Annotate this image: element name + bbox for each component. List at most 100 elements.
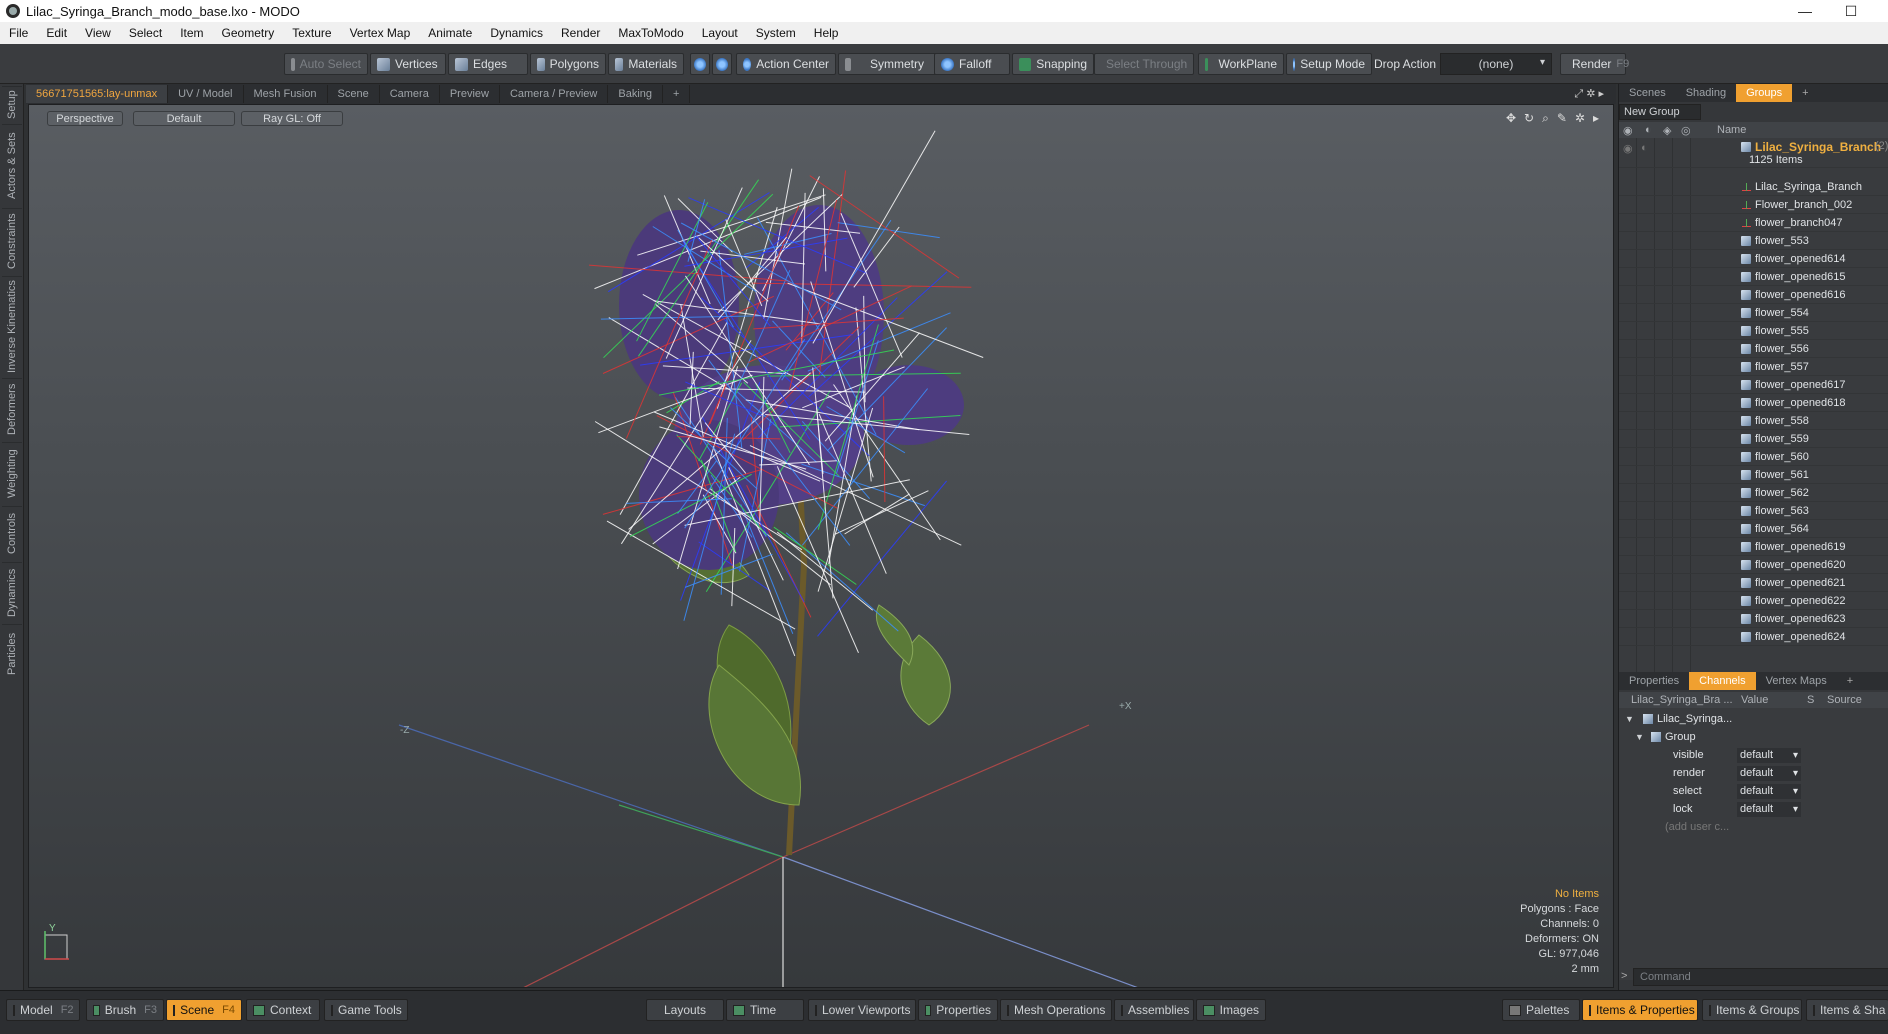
select-mode-a-button[interactable] (690, 53, 710, 75)
menu-geometry[interactable]: Geometry (213, 26, 284, 40)
channel-value-select[interactable]: default (1737, 783, 1801, 799)
tab-groups[interactable]: Groups (1736, 84, 1793, 102)
tab-baking[interactable]: Baking (608, 85, 664, 103)
list-item[interactable]: flower_opened621 (1619, 574, 1888, 592)
tab-scene[interactable]: Scene (328, 85, 380, 103)
channel-row[interactable]: select default (1619, 782, 1888, 800)
drop-action-select[interactable]: (none) ▾ (1440, 53, 1552, 75)
viewport-maximize-icon[interactable]: ⤢ ✲ ▸ (1574, 87, 1604, 101)
list-item[interactable]: flower_559 (1619, 430, 1888, 448)
new-group-button[interactable]: New Group (1619, 104, 1701, 120)
channel-row[interactable]: lock default (1619, 800, 1888, 818)
list-item[interactable]: flower_opened618 (1619, 394, 1888, 412)
tab-uv-model[interactable]: UV / Model (168, 85, 244, 103)
list-item[interactable]: flower_opened623 (1619, 610, 1888, 628)
menu-dynamics[interactable]: Dynamics (481, 26, 552, 40)
properties-button[interactable]: Properties (918, 999, 998, 1021)
tab-actors-sets[interactable]: Actors & Sets (2, 124, 22, 206)
list-item[interactable]: flower_opened615 (1619, 268, 1888, 286)
time-button[interactable]: Time (726, 999, 804, 1021)
items-groups-button[interactable]: Items & Groups (1702, 999, 1802, 1021)
channel-row[interactable]: visible default (1619, 746, 1888, 764)
list-item[interactable]: flower_564 (1619, 520, 1888, 538)
list-item[interactable]: flower_opened617 (1619, 376, 1888, 394)
menu-edit[interactable]: Edit (37, 26, 76, 40)
items-shading-button[interactable]: Items & Sha (1806, 999, 1888, 1021)
tab-particles[interactable]: Particles (2, 624, 22, 682)
tab-preview[interactable]: Preview (440, 85, 500, 103)
add-user-channel-row[interactable]: (add user c... (1619, 818, 1888, 836)
tab-camera[interactable]: Camera (380, 85, 440, 103)
assemblies-button[interactable]: Assemblies (1114, 999, 1194, 1021)
channels-s-column[interactable]: S (1807, 694, 1814, 706)
menu-vertex-map[interactable]: Vertex Map (341, 26, 420, 40)
images-button[interactable]: Images (1196, 999, 1266, 1021)
menu-maxtomodo[interactable]: MaxToModo (609, 26, 692, 40)
action-center-button[interactable]: Action Center (736, 53, 836, 75)
list-item[interactable]: Flower_branch_002 (1619, 196, 1888, 214)
3d-viewport[interactable]: Perspective Default Ray GL: Off ✥ ↻ ⌕ ✎ … (28, 104, 1614, 988)
list-item[interactable]: Lilac_Syringa_Branch (1619, 178, 1888, 196)
channels-name-column[interactable]: Lilac_Syringa_Bra ... (1631, 694, 1733, 706)
menu-help[interactable]: Help (805, 26, 848, 40)
lower-viewports-button[interactable]: Lower Viewports (808, 999, 916, 1021)
context-button[interactable]: Context (246, 999, 320, 1021)
visibility-col-icon[interactable]: ◉ (1623, 124, 1633, 137)
render-col-icon[interactable]: ◐ (1645, 124, 1652, 136)
setup-mode-button[interactable]: Setup Mode (1286, 53, 1372, 75)
menu-layout[interactable]: Layout (693, 26, 747, 40)
menu-file[interactable]: File (0, 26, 37, 40)
list-item[interactable]: flower_opened614 (1619, 250, 1888, 268)
tab-vertex-maps[interactable]: Vertex Maps (1756, 672, 1837, 690)
channels-source-column[interactable]: Source (1827, 694, 1862, 706)
tab-camera-preview[interactable]: Camera / Preview (500, 85, 609, 103)
menu-view[interactable]: View (76, 26, 120, 40)
menu-select[interactable]: Select (120, 26, 171, 40)
list-item[interactable]: flower_opened619 (1619, 538, 1888, 556)
menu-animate[interactable]: Animate (419, 26, 481, 40)
tab-mesh-fusion[interactable]: Mesh Fusion (244, 85, 328, 103)
tab-constraints[interactable]: Constraints (2, 208, 22, 274)
list-item[interactable]: flower_557 (1619, 358, 1888, 376)
workplane-button[interactable]: WorkPlane (1198, 53, 1284, 75)
layouts-button[interactable]: Layouts (646, 999, 724, 1021)
items-properties-button[interactable]: Items & Properties (1582, 999, 1698, 1021)
tab-weighting[interactable]: Weighting (2, 442, 22, 504)
channel-group-row[interactable]: ▼ Group (1619, 728, 1888, 746)
group-visibility-icon[interactable]: ◉ (1623, 142, 1633, 155)
select-col-icon[interactable]: ◎ (1681, 124, 1691, 137)
expand-arrow-icon[interactable]: ▼ (1635, 732, 1644, 742)
lock-col-icon[interactable]: ◈ (1663, 124, 1671, 137)
tab-scenes[interactable]: Scenes (1619, 84, 1676, 102)
tab-dynamics[interactable]: Dynamics (2, 562, 22, 622)
minimize-button[interactable]: — (1782, 0, 1828, 22)
list-item[interactable]: flower_opened616 (1619, 286, 1888, 304)
maximize-button[interactable]: ☐ (1828, 0, 1874, 22)
falloff-button[interactable]: Falloff (934, 53, 1010, 75)
list-item[interactable]: flower_562 (1619, 484, 1888, 502)
list-item[interactable]: flower_554 (1619, 304, 1888, 322)
vertices-button[interactable]: Vertices (370, 53, 446, 75)
tab-setup[interactable]: Setup (2, 86, 22, 122)
list-item[interactable]: flower_558 (1619, 412, 1888, 430)
expand-arrow-icon[interactable]: ▼ (1625, 714, 1634, 724)
list-item[interactable]: flower_opened620 (1619, 556, 1888, 574)
select-mode-b-button[interactable] (712, 53, 732, 75)
materials-button[interactable]: Materials (608, 53, 684, 75)
list-item[interactable]: flower_561 (1619, 466, 1888, 484)
polygons-button[interactable]: Polygons (530, 53, 606, 75)
tab-inverse-kinematics[interactable]: Inverse Kinematics (2, 276, 22, 376)
menu-render[interactable]: Render (552, 26, 609, 40)
render-button[interactable]: Render F9 (1560, 53, 1629, 75)
edges-button[interactable]: Edges (448, 53, 528, 75)
brush-button[interactable]: Brush F3 (86, 999, 164, 1021)
tab-shading[interactable]: Shading (1676, 84, 1736, 102)
list-item[interactable]: flower_opened624 (1619, 628, 1888, 646)
tab-controls[interactable]: Controls (2, 506, 22, 560)
add-channel-tab-button[interactable]: + (1837, 672, 1863, 690)
group-row[interactable]: ◉ ◐ Lilac_Syringa_Branch (2) 1125 Items (1619, 138, 1888, 168)
model-button[interactable]: Model F2 (6, 999, 80, 1021)
palettes-button[interactable]: Palettes (1502, 999, 1580, 1021)
channel-value-select[interactable]: default (1737, 747, 1801, 763)
group-render-icon[interactable]: ◐ (1641, 142, 1648, 154)
